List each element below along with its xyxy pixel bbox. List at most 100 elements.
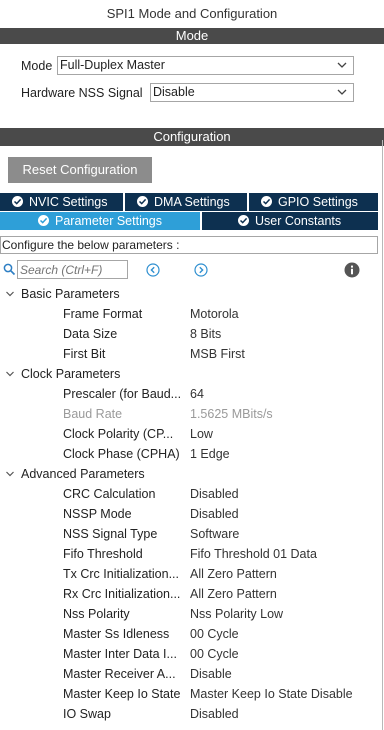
parameter-row[interactable]: Data Size 8 Bits: [0, 324, 384, 344]
tab-parameter-settings[interactable]: Parameter Settings: [0, 212, 202, 230]
chevron-down-icon[interactable]: [5, 369, 15, 379]
parameter-row[interactable]: Tx Crc Initialization... All Zero Pattern: [0, 564, 384, 584]
parameter-name: Fifo Threshold: [63, 547, 143, 561]
next-match-icon[interactable]: [194, 263, 208, 277]
nss-select[interactable]: Disable: [150, 83, 354, 102]
parameter-name: First Bit: [63, 347, 106, 361]
parameter-row[interactable]: Baud Rate 1.5625 MBits/s: [0, 404, 384, 424]
mode-label: Mode: [21, 59, 53, 73]
mode-select[interactable]: Full-Duplex Master: [57, 56, 354, 75]
check-circle-icon: [38, 215, 49, 226]
parameter-row[interactable]: Master Keep Io State Master Keep Io State…: [0, 684, 384, 704]
parameter-name: Prescaler (for Baud...: [63, 387, 182, 401]
group-name: Clock Parameters: [21, 367, 121, 381]
group-row[interactable]: Basic Parameters: [0, 284, 384, 304]
tab-label: User Constants: [255, 214, 342, 228]
parameter-value[interactable]: 1.5625 MBits/s: [190, 404, 273, 424]
parameter-name: Master Inter Data I...: [63, 647, 177, 661]
parameter-row[interactable]: Clock Polarity (CP... Low: [0, 424, 384, 444]
parameter-row[interactable]: Prescaler (for Baud... 64: [0, 384, 384, 404]
check-circle-icon: [137, 196, 148, 207]
group-name: Advanced Parameters: [21, 467, 145, 481]
parameter-value[interactable]: Disabled: [190, 484, 239, 504]
chevron-down-icon: [337, 62, 347, 68]
group-row[interactable]: Clock Parameters: [0, 364, 384, 384]
parameter-name: Baud Rate: [63, 407, 123, 421]
chevron-down-icon: [337, 89, 347, 95]
tab-nvic-settings[interactable]: NVIC Settings: [0, 193, 125, 211]
chevron-down-icon[interactable]: [5, 469, 15, 479]
nss-label: Hardware NSS Signal: [21, 86, 143, 100]
panel-border: [382, 140, 383, 730]
parameter-row[interactable]: Clock Phase (CPHA) 1 Edge: [0, 444, 384, 464]
tab-label: GPIO Settings: [278, 195, 358, 209]
parameter-row[interactable]: First Bit MSB First: [0, 344, 384, 364]
parameter-name: Frame Format: [63, 307, 143, 321]
tab-label: Parameter Settings: [55, 214, 162, 228]
parameter-row[interactable]: Master Ss Idleness 00 Cycle: [0, 624, 384, 644]
check-circle-icon: [261, 196, 272, 207]
parameter-value[interactable]: 00 Cycle: [190, 624, 239, 644]
parameter-name: NSS Signal Type: [63, 527, 158, 541]
configure-hint: Configure the below parameters :: [0, 236, 378, 254]
previous-match-icon[interactable]: [146, 263, 160, 277]
parameter-name: Rx Crc Initialization...: [63, 587, 181, 601]
parameter-row[interactable]: NSSP Mode Disabled: [0, 504, 384, 524]
parameter-row[interactable]: NSS Signal Type Software: [0, 524, 384, 544]
parameter-name: Clock Phase (CPHA): [63, 447, 180, 461]
parameter-name: Master Receiver A...: [63, 667, 176, 681]
parameter-value[interactable]: Nss Polarity Low: [190, 604, 283, 624]
parameter-value[interactable]: All Zero Pattern: [190, 564, 277, 584]
search-input[interactable]: [17, 260, 128, 279]
check-circle-icon: [238, 215, 249, 226]
parameter-row[interactable]: Rx Crc Initialization... All Zero Pattern: [0, 584, 384, 604]
mode-select-value: Full-Duplex Master: [60, 58, 165, 72]
info-icon[interactable]: [344, 262, 360, 278]
parameter-value[interactable]: Disabled: [190, 504, 239, 524]
parameter-value[interactable]: Motorola: [190, 304, 239, 324]
parameter-name: Master Keep Io State: [63, 687, 181, 701]
parameter-row[interactable]: Fifo Threshold Fifo Threshold 01 Data: [0, 544, 384, 564]
chevron-down-icon[interactable]: [5, 289, 15, 299]
parameter-row[interactable]: IO Swap Disabled: [0, 704, 384, 724]
parameter-value[interactable]: Software: [190, 524, 239, 544]
parameter-name: CRC Calculation: [63, 487, 156, 501]
tab-user-constants[interactable]: User Constants: [202, 212, 378, 230]
mode-section-header: Mode: [0, 28, 384, 44]
parameter-name: Clock Polarity (CP...: [63, 427, 174, 441]
parameter-value[interactable]: MSB First: [190, 344, 245, 364]
tab-dma-settings[interactable]: DMA Settings: [125, 193, 249, 211]
parameter-name: Data Size: [63, 327, 118, 341]
nss-select-value: Disable: [153, 85, 195, 99]
parameter-row[interactable]: Nss Polarity Nss Polarity Low: [0, 604, 384, 624]
parameter-row[interactable]: Master Inter Data I... 00 Cycle: [0, 644, 384, 664]
panel-title: SPI1 Mode and Configuration: [106, 6, 278, 21]
parameter-row[interactable]: Master Receiver A... Disable: [0, 664, 384, 684]
parameter-name: NSSP Mode: [63, 507, 132, 521]
parameter-value[interactable]: 64: [190, 384, 204, 404]
parameter-value[interactable]: 1 Edge: [190, 444, 230, 464]
tab-gpio-settings[interactable]: GPIO Settings: [249, 193, 378, 211]
parameter-value[interactable]: 00 Cycle: [190, 644, 239, 664]
group-row[interactable]: Advanced Parameters: [0, 464, 384, 484]
group-name: Basic Parameters: [21, 287, 120, 301]
parameter-name: Tx Crc Initialization...: [63, 567, 180, 581]
parameter-value[interactable]: All Zero Pattern: [190, 584, 277, 604]
configuration-section-header: Configuration: [0, 128, 384, 146]
parameter-name: IO Swap: [63, 707, 111, 721]
reset-configuration-button[interactable]: Reset Configuration: [8, 157, 152, 183]
parameter-name: Nss Polarity: [63, 607, 130, 621]
tab-label: DMA Settings: [154, 195, 230, 209]
search-icon: [3, 263, 16, 276]
parameter-value[interactable]: Fifo Threshold 01 Data: [190, 544, 317, 564]
parameter-value[interactable]: Low: [190, 424, 213, 444]
parameter-value[interactable]: Disable: [190, 664, 232, 684]
parameter-value[interactable]: Master Keep Io State Disable: [190, 684, 353, 704]
parameter-name: Master Ss Idleness: [63, 627, 170, 641]
tab-label: NVIC Settings: [29, 195, 108, 209]
check-circle-icon: [12, 196, 23, 207]
parameter-row[interactable]: CRC Calculation Disabled: [0, 484, 384, 504]
parameter-value[interactable]: Disabled: [190, 704, 239, 724]
parameter-value[interactable]: 8 Bits: [190, 324, 221, 344]
parameter-row[interactable]: Frame Format Motorola: [0, 304, 384, 324]
